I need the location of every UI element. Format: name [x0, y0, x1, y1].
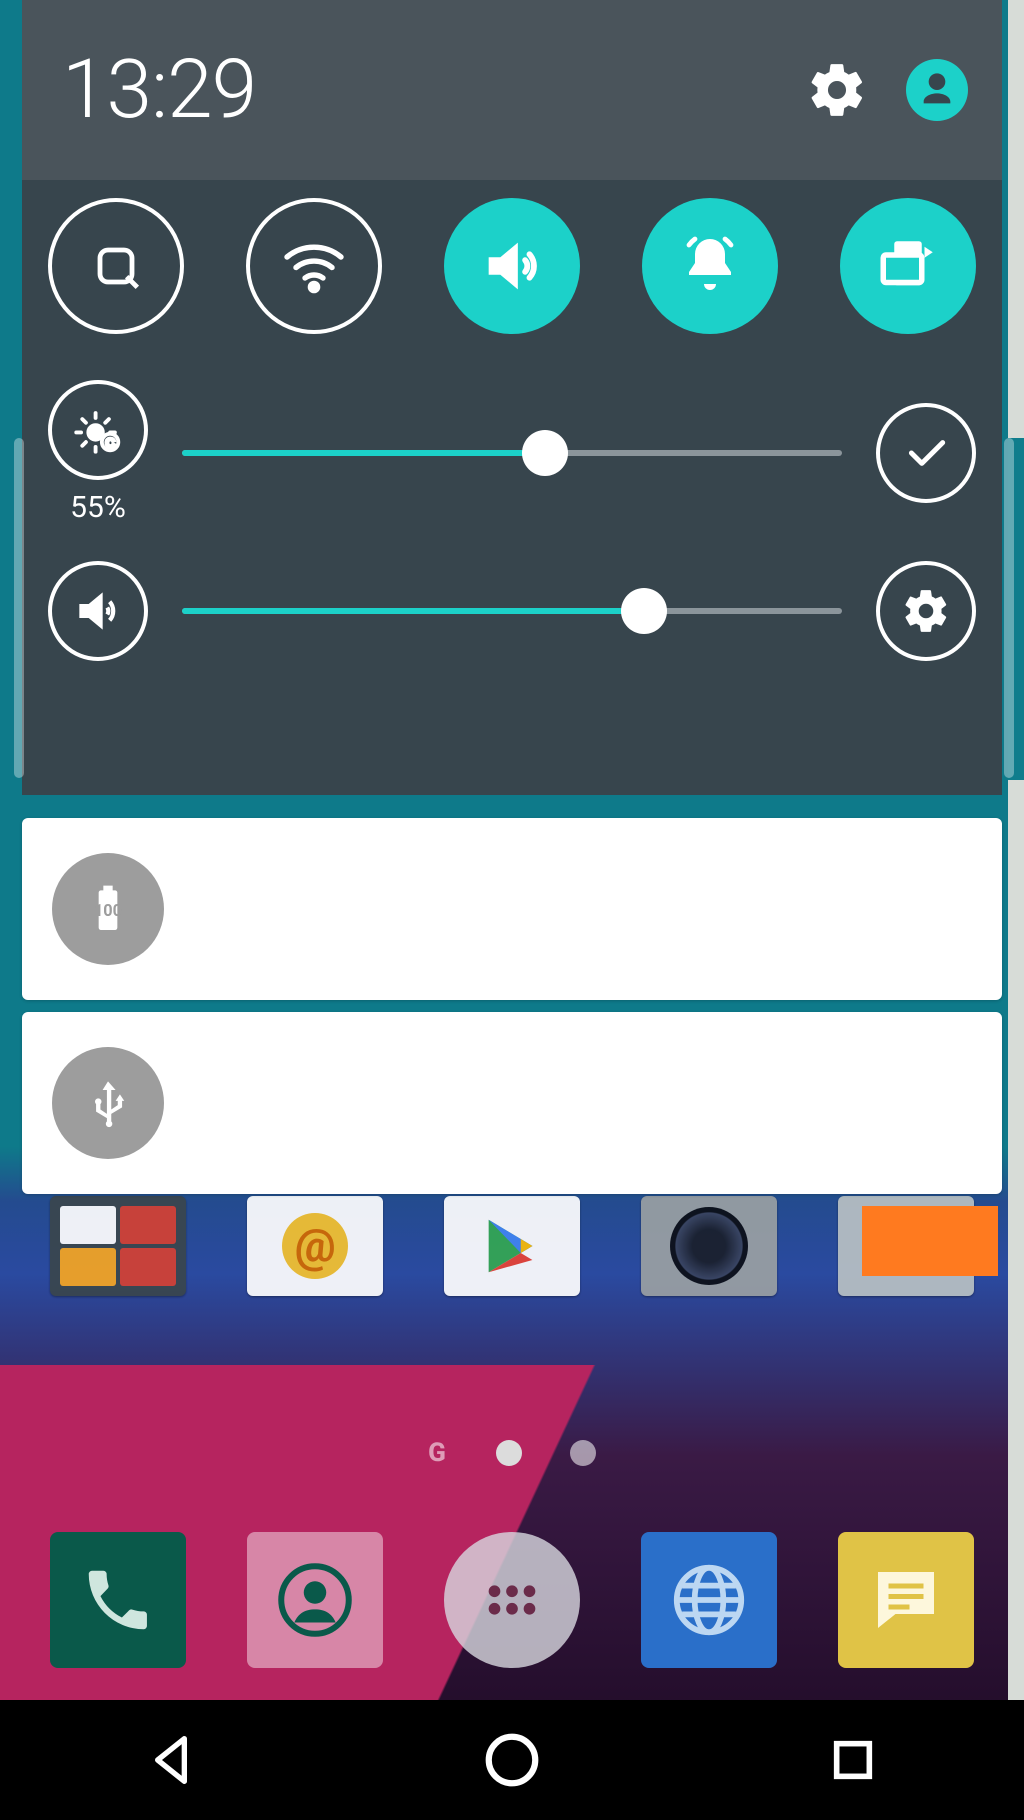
- brightness-icon: C: [69, 401, 127, 459]
- screen-edge: [1008, 0, 1024, 1820]
- gear-small-icon: [901, 586, 951, 636]
- dock-browser[interactable]: [641, 1532, 777, 1668]
- check-icon: [901, 428, 951, 478]
- volume-row: [48, 561, 976, 661]
- pager-dot-current: [496, 1440, 522, 1466]
- globe-icon: [666, 1557, 752, 1643]
- gear-icon: [806, 59, 868, 121]
- nav-back[interactable]: [131, 1720, 211, 1800]
- brightness-row: C 55%: [48, 380, 976, 525]
- rotate-icon: [875, 233, 941, 299]
- toggle-wifi[interactable]: [246, 198, 382, 334]
- svg-text:100: 100: [94, 901, 122, 920]
- dock-phone[interactable]: [50, 1532, 186, 1668]
- dock-app-drawer[interactable]: [444, 1532, 580, 1668]
- apps-icon: [477, 1565, 547, 1635]
- settings-button[interactable]: [802, 55, 872, 125]
- usb-icon: [52, 1047, 164, 1159]
- status-panel-header: 13:29: [22, 0, 1002, 180]
- quick-toggle-row[interactable]: [48, 198, 976, 334]
- qcircle-icon: [84, 234, 148, 298]
- recent-icon: [825, 1732, 881, 1788]
- dock: [0, 1520, 1024, 1680]
- app-camera[interactable]: [641, 1196, 777, 1296]
- bell-icon: [674, 230, 746, 302]
- toggle-notifications[interactable]: [642, 198, 778, 334]
- message-icon: [864, 1558, 948, 1642]
- highlight-overlay: [862, 1206, 998, 1276]
- person-icon: [917, 70, 957, 110]
- clock[interactable]: 13:29: [62, 42, 256, 138]
- toggle-sound[interactable]: [444, 198, 580, 334]
- toggle-rotate[interactable]: [840, 198, 976, 334]
- svg-text:C: C: [106, 436, 115, 450]
- phone-icon: [79, 1561, 157, 1639]
- brightness-value: 55%: [70, 490, 126, 525]
- speaker-icon: [477, 231, 547, 301]
- navigation-bar: [0, 1700, 1024, 1820]
- scroll-hint-left: [14, 438, 24, 778]
- volume-icon: [70, 583, 126, 639]
- volume-settings-button[interactable]: [876, 561, 976, 661]
- pager-dot: [570, 1440, 596, 1466]
- dock-contacts[interactable]: [247, 1532, 383, 1668]
- battery-100-icon: 100: [52, 853, 164, 965]
- volume-slider[interactable]: [182, 586, 842, 636]
- scroll-hint-right: [1004, 438, 1014, 778]
- wifi-icon: [278, 230, 350, 302]
- avatar: [906, 59, 968, 121]
- back-icon: [139, 1728, 203, 1792]
- brightness-slider[interactable]: [182, 428, 842, 478]
- profile-button[interactable]: [902, 55, 972, 125]
- volume-icon-button[interactable]: [48, 561, 148, 661]
- pager-label: G: [428, 1438, 448, 1468]
- toggle-qcircle[interactable]: [48, 198, 184, 334]
- notification-battery[interactable]: 100: [22, 818, 1002, 1000]
- dock-messages[interactable]: [838, 1532, 974, 1668]
- app-mail[interactable]: @: [247, 1196, 383, 1296]
- home-icon: [481, 1729, 543, 1791]
- auto-brightness-button[interactable]: [876, 403, 976, 503]
- nav-recent[interactable]: [813, 1720, 893, 1800]
- nav-home[interactable]: [472, 1720, 552, 1800]
- notification-usb[interactable]: [22, 1012, 1002, 1194]
- page-indicator[interactable]: G: [0, 1438, 1024, 1468]
- app-google-folder[interactable]: [50, 1196, 186, 1296]
- quick-settings-panel: C 55%: [22, 180, 1002, 795]
- brightness-toggle[interactable]: C: [48, 380, 148, 480]
- contacts-icon: [270, 1555, 360, 1645]
- app-playstore[interactable]: [444, 1196, 580, 1296]
